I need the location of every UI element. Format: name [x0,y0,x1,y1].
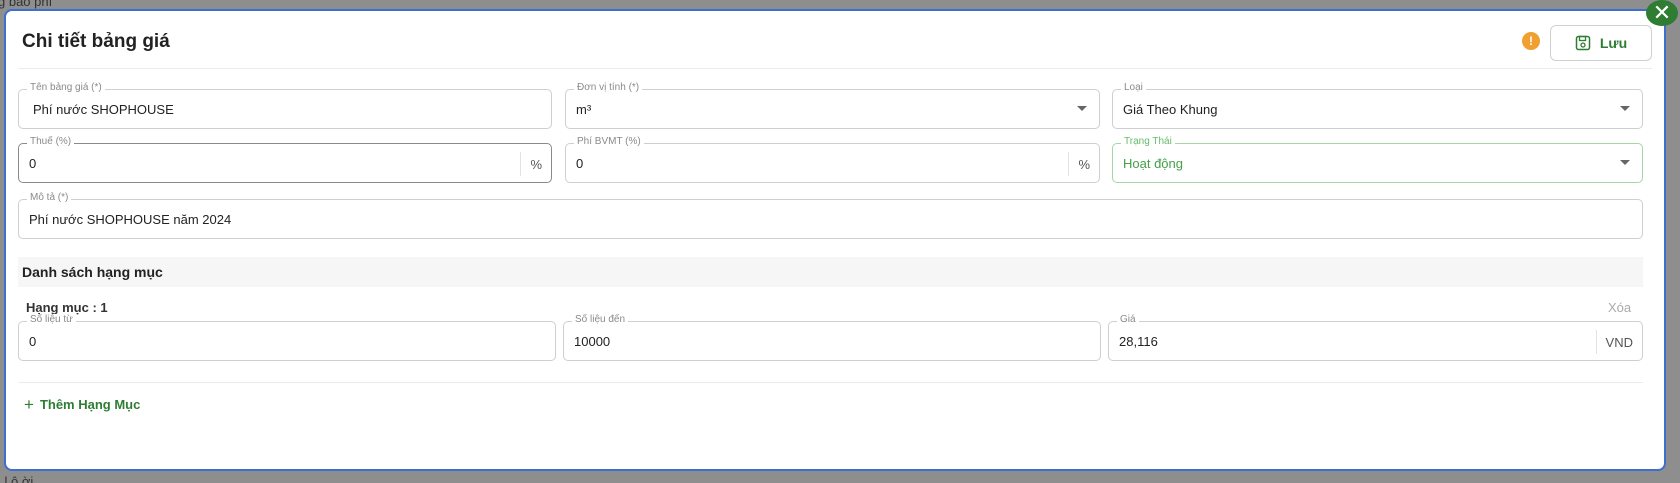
field-value: 0 [29,334,37,349]
field-value: Hoạt động [1123,156,1183,171]
plus-icon: + [24,395,34,414]
save-label: Lưu [1599,35,1628,51]
field-value: Giá Theo Khung [1123,102,1218,117]
field-label: Loại [1121,82,1146,93]
field-label: Trạng Thái [1121,136,1175,147]
field-label: Giá [1117,314,1139,325]
field-label: Số liệu đến [572,314,629,325]
range-from-field[interactable]: Số liệu từ 0 [18,314,556,361]
item-divider [18,382,1643,383]
field-label: Tên bảng giá (*) [27,82,105,93]
field-value: m³ [576,102,592,117]
save-icon [1575,35,1591,51]
field-value: 0 [29,156,37,171]
item-title: Hạng mục : 1 [26,300,108,315]
delete-item-button[interactable]: Xóa [1608,300,1631,315]
chevron-down-icon[interactable] [1077,106,1087,111]
background-text: i l ô ời [0,474,34,483]
field-value: Phí nước SHOPHOUSE [33,102,174,117]
field-value: 28,116 [1119,334,1158,349]
item-list-section: Danh sách hạng mục [18,257,1643,287]
type-select[interactable]: Loại Giá Theo Khung [1112,82,1643,129]
info-icon[interactable]: ! [1522,32,1540,50]
status-select[interactable]: Trạng Thái Hoạt động [1112,136,1643,183]
range-to-field[interactable]: Số liệu đến 10000 [563,314,1101,361]
field-label: Mô tả (*) [27,192,72,203]
price-detail-modal: Chi tiết bảng giá ! Lưu Tên bảng giá (*)… [4,9,1666,471]
field-label: Phí BVMT (%) [574,136,644,147]
field-value: 10000 [574,334,611,349]
chevron-down-icon[interactable] [1620,160,1630,165]
field-label: Thuế (%) [27,136,75,147]
close-icon[interactable]: ✕ [1646,0,1678,26]
add-item-label: Thêm Hạng Mục [39,397,141,412]
header-divider [18,68,1652,69]
tax-field[interactable]: Thuế (%) 0 % [18,136,552,183]
save-button[interactable]: Lưu [1550,25,1652,61]
section-title: Danh sách hạng mục [22,264,163,280]
price-table-name-field[interactable]: Tên bảng giá (*) Phí nước SHOPHOUSE [18,82,552,129]
background-text: g báo phí [0,0,53,9]
add-item-button[interactable]: + Thêm Hạng Mục [24,396,140,413]
modal-title: Chi tiết bảng giá [22,31,170,52]
field-value: 0 [576,156,584,171]
field-label: Số liệu từ [27,314,76,325]
percent-suffix: % [1068,152,1099,176]
environment-fee-field[interactable]: Phí BVMT (%) 0 % [565,136,1100,183]
field-value: Phí nước SHOPHOUSE năm 2024 [29,212,232,227]
price-field[interactable]: Giá 28,116 VND [1108,314,1643,361]
unit-select[interactable]: Đơn vị tính (*) m³ [565,82,1100,129]
currency-suffix: VND [1595,330,1642,354]
field-label: Đơn vị tính (*) [574,82,643,93]
chevron-down-icon[interactable] [1620,106,1630,111]
percent-suffix: % [520,152,551,176]
description-field[interactable]: Mô tả (*) Phí nước SHOPHOUSE năm 2024 [18,192,1643,239]
